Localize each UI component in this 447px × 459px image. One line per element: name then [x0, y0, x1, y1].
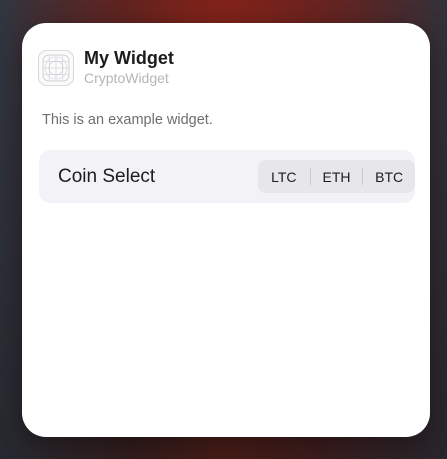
grid-glyph-icon — [42, 54, 70, 81]
coin-segmented-control: LTC ETH BTC — [258, 160, 415, 193]
app-name: CryptoWidget — [84, 70, 169, 86]
widget-config-card: My Widget CryptoWidget This is an exampl… — [22, 23, 430, 437]
segment-eth[interactable]: ETH — [311, 160, 363, 193]
widget-titles: My Widget CryptoWidget — [84, 48, 174, 87]
widget-title: My Widget — [84, 48, 174, 68]
widget-header: My Widget CryptoWidget — [38, 48, 174, 87]
coin-select-label: Coin Select — [58, 166, 156, 187]
widget-description: This is an example widget. — [42, 112, 213, 128]
grid-app-icon — [38, 49, 74, 86]
segment-btc[interactable]: BTC — [363, 160, 415, 193]
segment-ltc[interactable]: LTC — [258, 160, 310, 193]
coin-select-row: Coin Select LTC ETH BTC — [39, 150, 415, 203]
